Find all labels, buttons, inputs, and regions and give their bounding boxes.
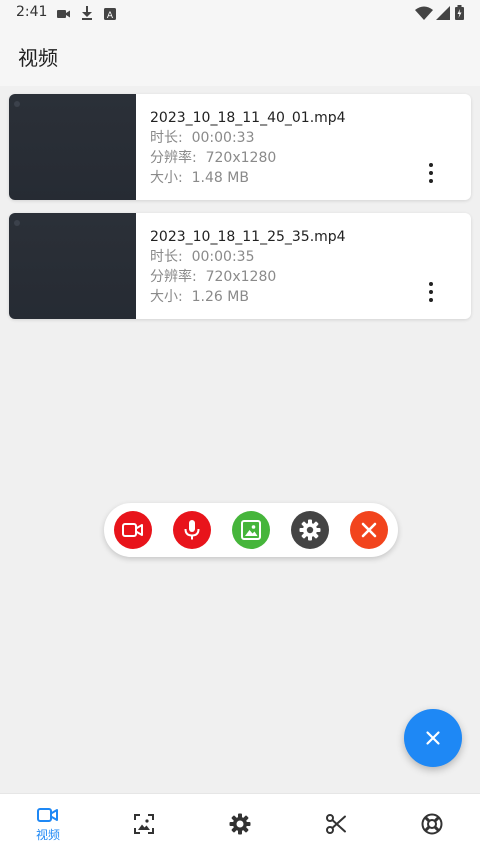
nav-item-settings[interactable] — [192, 794, 288, 854]
fab-close-button[interactable] — [404, 709, 462, 767]
video-resolution: 分辨率: 720x1280 — [150, 269, 277, 285]
video-camera-icon — [37, 807, 58, 822]
nav-item-videos[interactable]: 视频 — [0, 794, 96, 854]
video-filename: 2023_10_18_11_40_01.mp4 — [150, 110, 346, 126]
video-filename: 2023_10_18_11_25_35.mp4 — [150, 229, 346, 245]
bottom-navigation: 视频 — [0, 793, 480, 854]
video-size: 大小: 1.26 MB — [150, 289, 249, 305]
signal-icon — [436, 5, 450, 24]
screenshot-icon — [241, 520, 261, 540]
more-vertical-icon[interactable] — [421, 162, 441, 184]
video-list-item[interactable]: 2023_10_18_11_40_01.mp4 时长: 00:00:33 分辨率… — [9, 94, 471, 200]
text-a-icon: A — [104, 5, 116, 24]
video-camera-icon — [57, 5, 71, 24]
nav-item-label: 视频 — [35, 827, 60, 842]
record-video-button[interactable] — [114, 511, 152, 549]
record-audio-button[interactable] — [173, 511, 211, 549]
page-title: 视频 — [18, 46, 58, 70]
microphone-icon — [184, 520, 200, 540]
status-bar: 2:41 A — [0, 0, 480, 26]
settings-icon — [299, 519, 321, 541]
lifebuoy-icon — [421, 813, 443, 835]
video-list-item[interactable]: 2023_10_18_11_25_35.mp4 时长: 00:00:35 分辨率… — [9, 213, 471, 319]
video-duration: 时长: 00:00:35 — [150, 249, 255, 265]
svg-text:A: A — [107, 11, 114, 20]
image-icon — [134, 814, 154, 834]
more-vertical-icon[interactable] — [421, 281, 441, 303]
nav-item-help[interactable] — [384, 794, 480, 854]
close-toolbar-button[interactable] — [350, 511, 388, 549]
video-size: 大小: 1.48 MB — [150, 170, 249, 186]
close-icon — [426, 731, 440, 745]
video-duration: 时长: 00:00:33 — [150, 130, 255, 146]
video-thumbnail[interactable] — [9, 213, 136, 319]
app-bar: 视频 — [0, 26, 480, 86]
screenshot-button[interactable] — [232, 511, 270, 549]
record-video-icon — [122, 523, 143, 537]
settings-button[interactable] — [291, 511, 329, 549]
settings-icon — [229, 813, 251, 835]
video-thumbnail[interactable] — [9, 94, 136, 200]
status-time: 2:41 — [16, 4, 48, 20]
video-resolution: 分辨率: 720x1280 — [150, 150, 277, 166]
battery-icon — [455, 5, 464, 24]
floating-toolbar — [104, 503, 398, 557]
scissors-icon — [326, 814, 346, 834]
download-icon — [81, 5, 93, 24]
nav-item-edit[interactable] — [288, 794, 384, 854]
nav-item-images[interactable] — [96, 794, 192, 854]
wifi-icon — [415, 5, 433, 24]
close-icon — [361, 522, 377, 538]
